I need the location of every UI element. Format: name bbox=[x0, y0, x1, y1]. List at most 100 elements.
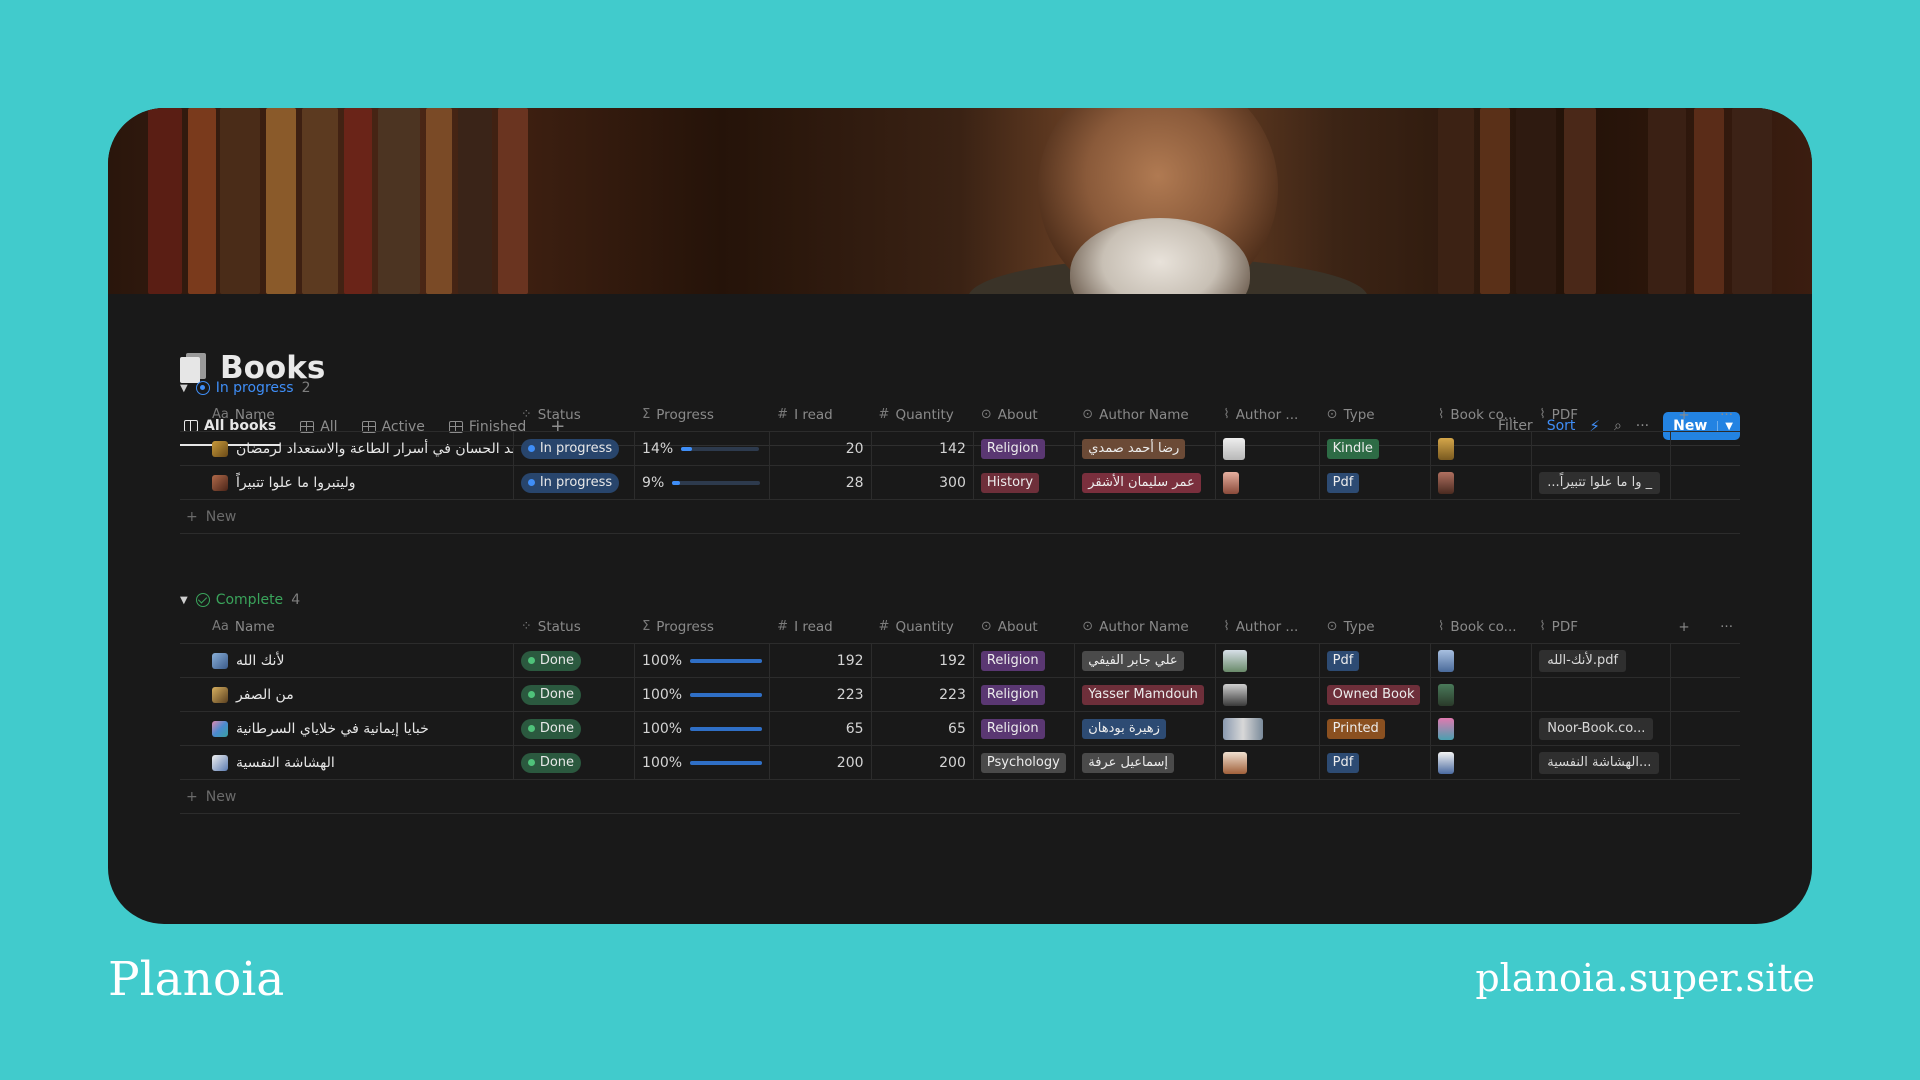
col-pdf[interactable]: ⌇ PDF bbox=[1532, 398, 1671, 431]
collapse-triangle-icon[interactable]: ▼ bbox=[180, 383, 188, 394]
quantity-value[interactable]: 200 bbox=[872, 746, 974, 779]
about-tag[interactable]: Religion bbox=[980, 438, 1045, 459]
col-name[interactable]: Aa Name bbox=[180, 398, 514, 431]
author-avatar[interactable] bbox=[1223, 683, 1248, 706]
type-tag[interactable]: Pdf bbox=[1326, 650, 1360, 671]
author-avatar[interactable] bbox=[1223, 751, 1248, 774]
col-progress[interactable]: Σ Progress bbox=[635, 398, 770, 431]
status-badge[interactable]: Done bbox=[520, 650, 582, 671]
table-row[interactable]: من الصفر Done 100% 223 223 Religion Yass… bbox=[180, 678, 1740, 712]
add-column-icon[interactable]: + bbox=[1678, 407, 1689, 423]
book-name[interactable]: وليتبروا ما علوا تتبيراً bbox=[236, 475, 356, 491]
type-tag[interactable]: Pdf bbox=[1326, 472, 1360, 493]
site-url[interactable]: planoia.super.site bbox=[1475, 956, 1815, 1000]
quantity-value[interactable]: 142 bbox=[872, 432, 974, 465]
table-row[interactable]: خبايا إيمانية في خلاياي السرطانية Done 1… bbox=[180, 712, 1740, 746]
author-avatar[interactable] bbox=[1223, 649, 1248, 672]
about-tag[interactable]: Religion bbox=[980, 650, 1045, 671]
status-badge[interactable]: Done bbox=[520, 684, 582, 705]
quantity-value[interactable]: 300 bbox=[872, 466, 974, 499]
progress-value: 9% bbox=[642, 474, 665, 491]
book-name[interactable]: من الصفر bbox=[236, 687, 294, 703]
col-status[interactable]: ⁘ Status bbox=[514, 610, 635, 643]
col-progress[interactable]: Σ Progress bbox=[635, 610, 770, 643]
status-badge[interactable]: In progress bbox=[520, 438, 620, 459]
author-avatar[interactable] bbox=[1223, 717, 1264, 740]
type-tag[interactable]: Pdf bbox=[1326, 752, 1360, 773]
author-tag[interactable]: رضا أحمد صمدي bbox=[1082, 438, 1186, 459]
col-quantity[interactable]: # Quantity bbox=[872, 610, 974, 643]
book-cover-thumbnail[interactable] bbox=[1437, 437, 1454, 460]
quantity-value[interactable]: 223 bbox=[872, 678, 974, 711]
book-name[interactable]: خبايا إيمانية في خلاياي السرطانية bbox=[236, 721, 429, 737]
read-value[interactable]: 65 bbox=[770, 712, 872, 745]
col-author-image[interactable]: ⌇ Author ... bbox=[1216, 610, 1319, 643]
pdf-file[interactable]: ...وا ما علوا تتبيراً _ bbox=[1539, 471, 1661, 494]
col-read[interactable]: # I read bbox=[770, 398, 871, 431]
col-cover[interactable]: ⌇ Book co... bbox=[1431, 398, 1532, 431]
table-row[interactable]: وليتبروا ما علوا تتبيراً In progress 9% … bbox=[180, 466, 1740, 500]
read-value[interactable]: 28 bbox=[770, 466, 872, 499]
read-value[interactable]: 20 bbox=[770, 432, 872, 465]
col-status[interactable]: ⁘ Status bbox=[514, 398, 635, 431]
col-cover[interactable]: ⌇ Book co... bbox=[1431, 610, 1532, 643]
about-tag[interactable]: Religion bbox=[980, 718, 1045, 739]
status-badge[interactable]: Done bbox=[520, 752, 582, 773]
book-cover-thumbnail[interactable] bbox=[1437, 471, 1454, 494]
book-cover-thumbnail[interactable] bbox=[1437, 683, 1454, 706]
table-row[interactable]: اعد الحسان في أسرار الطاعة والاستعداد لر… bbox=[180, 432, 1740, 466]
add-column-icon[interactable]: + bbox=[1678, 619, 1689, 635]
book-name[interactable]: اعد الحسان في أسرار الطاعة والاستعداد لر… bbox=[236, 441, 513, 457]
book-name[interactable]: لأنك الله bbox=[236, 653, 284, 669]
add-row-button[interactable]: + New bbox=[180, 780, 1740, 814]
author-tag[interactable]: عمر سليمان الأشقر bbox=[1082, 472, 1201, 493]
about-tag[interactable]: History bbox=[980, 472, 1040, 493]
author-tag[interactable]: Yasser Mamdouh bbox=[1082, 684, 1204, 705]
group-count: 4 bbox=[291, 592, 301, 608]
author-tag[interactable]: علي جابر الفيفي bbox=[1082, 650, 1184, 671]
col-quantity[interactable]: # Quantity bbox=[872, 398, 974, 431]
read-value[interactable]: 192 bbox=[770, 644, 872, 677]
col-author[interactable]: ⊙ Author Name bbox=[1075, 610, 1216, 643]
table-row[interactable]: لأنك الله Done 100% 192 192 Religion علي… bbox=[180, 644, 1740, 678]
more-icon[interactable]: ··· bbox=[1720, 619, 1733, 635]
author-tag[interactable]: إسماعيل عرفة bbox=[1082, 752, 1174, 773]
type-tag[interactable]: Printed bbox=[1326, 718, 1385, 739]
col-type[interactable]: ⊙ Type bbox=[1320, 610, 1431, 643]
group-in-progress[interactable]: ▼ In progress 2 bbox=[180, 380, 311, 396]
type-tag[interactable]: Owned Book bbox=[1326, 684, 1421, 705]
col-author-image[interactable]: ⌇ Author ... bbox=[1216, 398, 1319, 431]
col-pdf[interactable]: ⌇ PDF bbox=[1532, 610, 1671, 643]
quantity-value[interactable]: 192 bbox=[872, 644, 974, 677]
author-avatar[interactable] bbox=[1223, 471, 1240, 494]
col-about[interactable]: ⊙ About bbox=[974, 398, 1075, 431]
pdf-file[interactable]: الهشاشة النفسية... bbox=[1539, 751, 1660, 774]
status-badge[interactable]: In progress bbox=[520, 472, 620, 493]
read-value[interactable]: 200 bbox=[770, 746, 872, 779]
collapse-triangle-icon[interactable]: ▼ bbox=[180, 595, 188, 606]
add-row-button[interactable]: + New bbox=[180, 500, 1740, 534]
type-tag[interactable]: Kindle bbox=[1326, 438, 1379, 459]
about-tag[interactable]: Psychology bbox=[980, 752, 1066, 773]
pdf-file[interactable]: Noor-Book.co... bbox=[1539, 717, 1654, 740]
book-cover-thumbnail[interactable] bbox=[1437, 649, 1454, 672]
table-row[interactable]: الهشاشة النفسية Done 100% 200 200 Psycho… bbox=[180, 746, 1740, 780]
col-read[interactable]: # I read bbox=[770, 610, 871, 643]
book-name[interactable]: الهشاشة النفسية bbox=[236, 755, 335, 771]
check-circle-icon bbox=[195, 593, 210, 607]
author-tag[interactable]: زهيرة بودهان bbox=[1082, 718, 1166, 739]
pdf-file[interactable]: لأنك-الله.pdf bbox=[1539, 649, 1627, 672]
col-author[interactable]: ⊙ Author Name bbox=[1075, 398, 1216, 431]
book-cover-thumbnail[interactable] bbox=[1437, 751, 1454, 774]
book-cover-thumbnail[interactable] bbox=[1437, 717, 1454, 740]
read-value[interactable]: 223 bbox=[770, 678, 872, 711]
status-badge[interactable]: Done bbox=[520, 718, 582, 739]
about-tag[interactable]: Religion bbox=[980, 684, 1045, 705]
col-type[interactable]: ⊙ Type bbox=[1320, 398, 1431, 431]
col-about[interactable]: ⊙ About bbox=[974, 610, 1075, 643]
quantity-value[interactable]: 65 bbox=[872, 712, 974, 745]
group-complete[interactable]: ▼ Complete 4 bbox=[180, 592, 300, 608]
author-avatar[interactable] bbox=[1223, 437, 1246, 460]
more-icon[interactable]: ··· bbox=[1720, 407, 1733, 423]
col-name[interactable]: Aa Name bbox=[180, 610, 514, 643]
